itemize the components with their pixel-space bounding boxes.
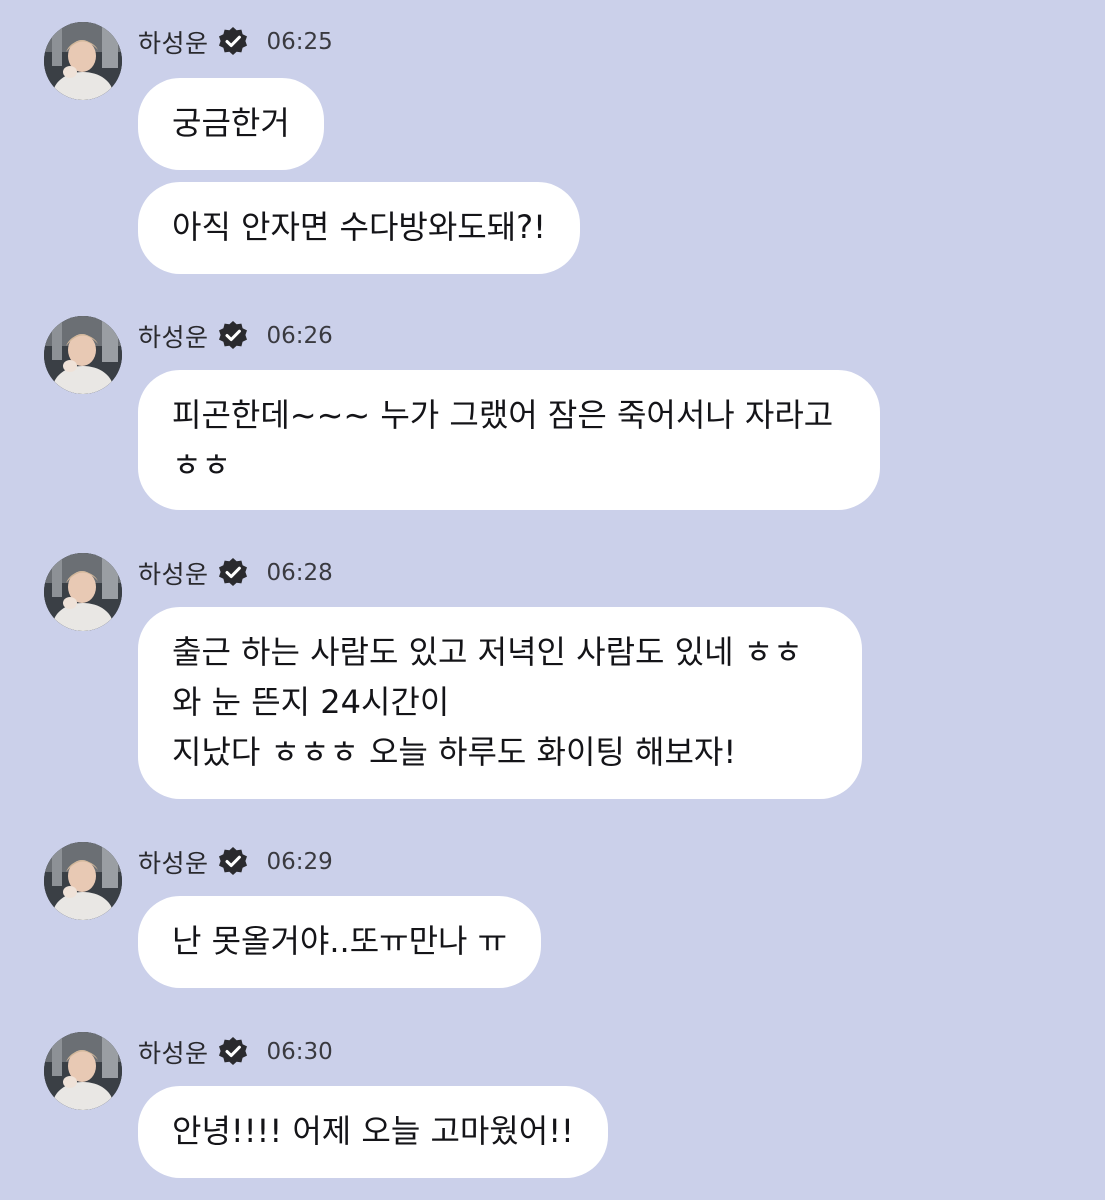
message-time: 06:26 — [266, 323, 333, 349]
chat-thread: 하성운 06:25 궁금한거 아직 안자면 수다방와도돼?! 하성운 06:26… — [0, 0, 1105, 1200]
avatar-photo — [44, 22, 122, 100]
message-header: 하성운 06:29 — [138, 842, 333, 882]
message-bubble[interactable]: 안녕!!!! 어제 오늘 고마웠어!! — [138, 1086, 608, 1178]
message-header: 하성운 06:25 — [138, 22, 333, 62]
message-time: 06:25 — [266, 29, 333, 55]
avatar[interactable] — [44, 316, 122, 394]
avatar[interactable] — [44, 22, 122, 100]
avatar-photo — [44, 1032, 122, 1110]
verified-badge-icon — [217, 846, 249, 878]
avatar-photo — [44, 316, 122, 394]
avatar[interactable] — [44, 842, 122, 920]
avatar-photo — [44, 553, 122, 631]
verified-badge-icon — [217, 557, 249, 589]
sender-name[interactable]: 하성운 — [138, 24, 209, 60]
sender-name[interactable]: 하성운 — [138, 318, 209, 354]
message-bubble[interactable]: 출근 하는 사람도 있고 저녁인 사람도 있네 ㅎㅎ 와 눈 뜬지 24시간이 … — [138, 607, 862, 799]
message-header: 하성운 06:26 — [138, 316, 333, 356]
verified-badge-icon — [217, 320, 249, 352]
avatar-photo — [44, 842, 122, 920]
message-bubble[interactable]: 아직 안자면 수다방와도돼?! — [138, 182, 580, 274]
sender-name[interactable]: 하성운 — [138, 1034, 209, 1070]
message-bubble[interactable]: 궁금한거 — [138, 78, 324, 170]
avatar[interactable] — [44, 553, 122, 631]
message-header: 하성운 06:30 — [138, 1032, 333, 1072]
message-bubble[interactable]: 난 못올거야..또ㅠ만나 ㅠ — [138, 896, 542, 988]
message-time: 06:29 — [266, 849, 333, 875]
sender-name[interactable]: 하성운 — [138, 555, 209, 591]
avatar[interactable] — [44, 1032, 122, 1110]
message-bubble[interactable]: 피곤한데~~~ 누가 그랬어 잠은 죽어서나 자라고 ㅎㅎ — [138, 370, 880, 510]
message-time: 06:28 — [266, 560, 333, 586]
message-header: 하성운 06:28 — [138, 553, 333, 593]
verified-badge-icon — [217, 26, 249, 58]
sender-name[interactable]: 하성운 — [138, 844, 209, 880]
message-time: 06:30 — [266, 1039, 333, 1065]
verified-badge-icon — [217, 1036, 249, 1068]
